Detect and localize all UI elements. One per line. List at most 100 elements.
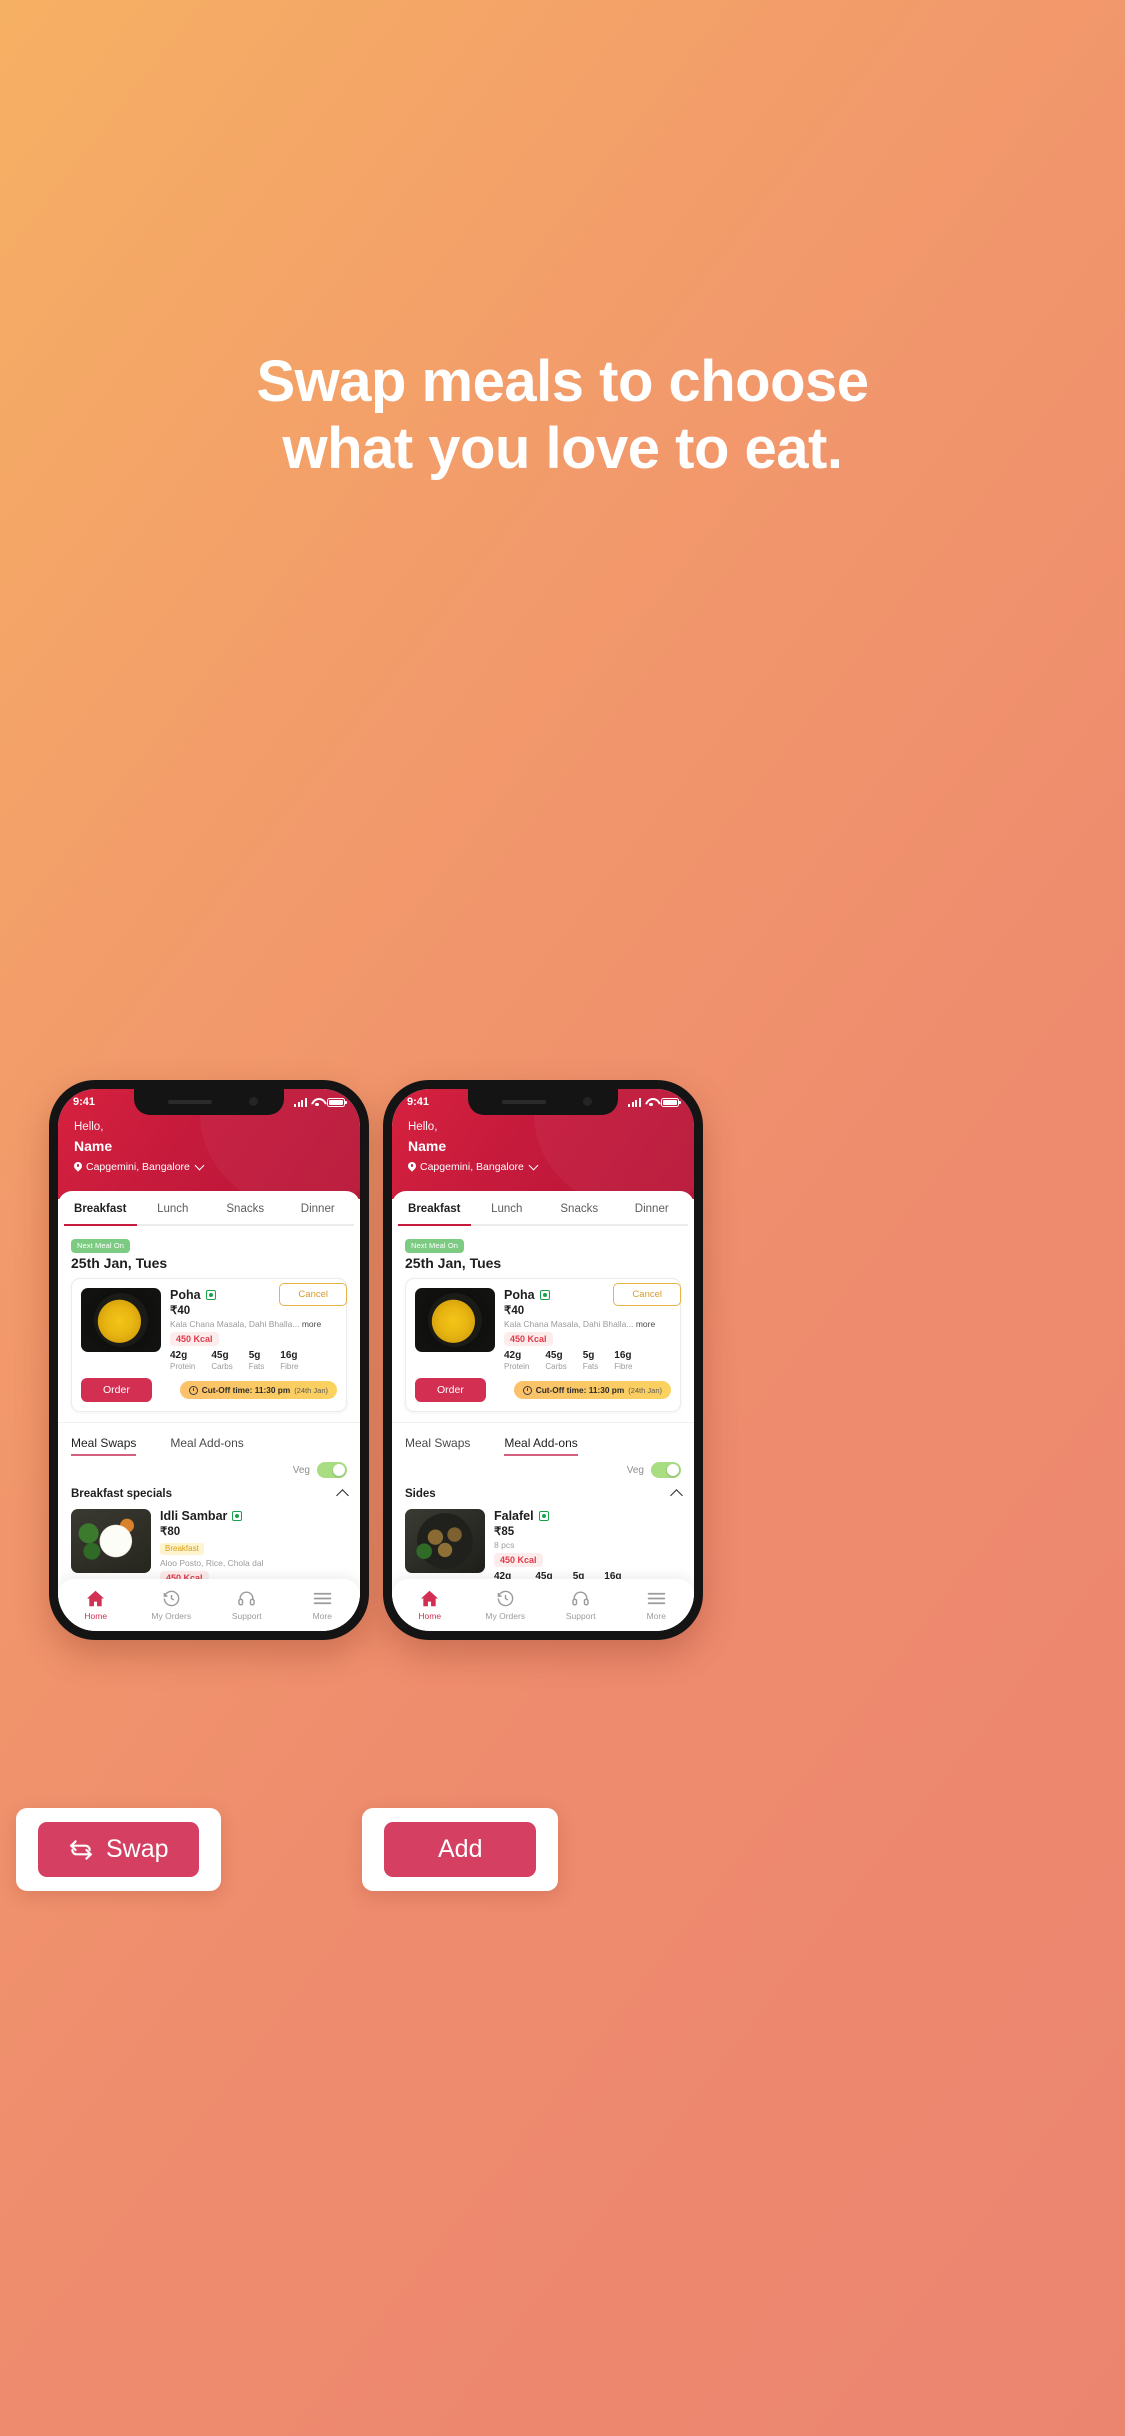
nutrition-fats: 5g Fats xyxy=(583,1350,599,1372)
meal-name-row: Idli Sambar xyxy=(160,1509,347,1523)
location-selector[interactable]: Capgemini, Bangalore xyxy=(74,1160,344,1173)
next-meal-date: 25th Jan, Tues xyxy=(405,1255,502,1271)
nav-label: My Orders xyxy=(151,1611,192,1621)
bottom-nav-right: Home My Orders Support More xyxy=(392,1579,694,1631)
meal-description: Aloo Posto, Rice, Chola dal xyxy=(160,1558,264,1568)
user-name: Name xyxy=(74,1138,113,1155)
nutrition-protein: 42g Protein xyxy=(170,1350,195,1372)
swap-button[interactable]: Swap xyxy=(38,1822,199,1877)
nav-label: Support xyxy=(565,1611,596,1621)
bottom-nav-left: Home My Orders Support More xyxy=(58,1579,360,1631)
clock-icon xyxy=(522,1385,532,1395)
nutrition-value: 5g xyxy=(248,1350,261,1361)
cancel-button[interactable]: Cancel xyxy=(613,1283,681,1306)
hamburger-icon xyxy=(285,1589,361,1608)
status-time: 9:41 xyxy=(407,1096,430,1108)
nutrition-row: 42g Protein 45g Carbs 5g Fats 16g Fibre xyxy=(504,1350,671,1372)
meal-tag: Breakfast xyxy=(160,1542,204,1555)
tab-snacks[interactable]: Snacks xyxy=(543,1191,616,1224)
cutoff-badge: Cut-Off time: 11:30 pm (24th Jan) xyxy=(513,1381,671,1399)
nutrition-fibre: 16g Fibre xyxy=(614,1350,632,1372)
tab-dinner[interactable]: Dinner xyxy=(616,1191,689,1224)
meal-name: Idli Sambar xyxy=(160,1509,228,1523)
meal-name-row: Falafel xyxy=(494,1509,681,1523)
map-pin-icon xyxy=(408,1162,416,1173)
signal-icon xyxy=(294,1097,307,1107)
add-cta-container: Add xyxy=(362,1808,559,1891)
nav-label: Home xyxy=(418,1611,442,1621)
nutrition-value: 16g xyxy=(280,1350,298,1361)
order-card-bottom: Order Cut-Off time: 11:30 pm (24th Jan) xyxy=(406,1378,680,1411)
nav-item-more[interactable]: More xyxy=(619,1589,695,1621)
cancel-button[interactable]: Cancel xyxy=(279,1283,347,1306)
nav-label: My Orders xyxy=(485,1611,526,1621)
greeting-text: Hello, xyxy=(408,1121,438,1133)
header-content-left: Hello, Name Capgemini, Bangalore xyxy=(74,1119,344,1173)
nutrition-row: 42g Protein 45g Carbs 5g Fats 16g Fibre xyxy=(170,1350,337,1372)
veg-mark-icon xyxy=(538,1511,549,1521)
nav-item-support[interactable]: Support xyxy=(209,1589,285,1621)
nav-item-my-orders[interactable]: My Orders xyxy=(134,1589,210,1621)
more-link[interactable]: more xyxy=(302,1319,321,1329)
next-meal-section-left: Next Meal On 25th Jan, Tues Cancel xyxy=(58,1226,360,1306)
add-button[interactable]: Add xyxy=(384,1822,537,1877)
history-clock-icon xyxy=(134,1589,210,1608)
nutrition-value: 5g xyxy=(582,1350,595,1361)
order-button[interactable]: Order xyxy=(415,1378,486,1402)
tab-meal-addons[interactable]: Meal Add-ons xyxy=(170,1436,243,1456)
tab-meal-swaps[interactable]: Meal Swaps xyxy=(71,1436,137,1456)
nav-item-my-orders[interactable]: My Orders xyxy=(468,1589,544,1621)
nav-item-home[interactable]: Home xyxy=(58,1589,134,1621)
nutrition-label: Fats xyxy=(582,1362,599,1371)
home-icon xyxy=(392,1589,468,1608)
tab-snacks[interactable]: Snacks xyxy=(209,1191,282,1224)
group-header-right[interactable]: Sides xyxy=(392,1478,694,1502)
nav-label: Support xyxy=(231,1611,262,1621)
nav-item-home[interactable]: Home xyxy=(392,1589,468,1621)
tab-breakfast[interactable]: Breakfast xyxy=(64,1191,137,1224)
veg-toggle[interactable] xyxy=(651,1462,681,1478)
chevron-down-icon xyxy=(194,1160,205,1171)
tab-dinner[interactable]: Dinner xyxy=(282,1191,355,1224)
tab-meal-swaps[interactable]: Meal Swaps xyxy=(405,1436,470,1456)
group-header-left[interactable]: Breakfast specials xyxy=(58,1478,360,1502)
nutrition-label: Fibre xyxy=(614,1362,633,1371)
status-icons xyxy=(628,1097,682,1107)
nutrition-carbs: 45g Carbs xyxy=(545,1350,566,1372)
meal-description: Kala Chana Masala, Dahi Bhalla... more xyxy=(170,1319,337,1329)
next-meal-badge: Next Meal On xyxy=(71,1238,131,1253)
nutrition-label: Protein xyxy=(170,1362,196,1371)
order-button[interactable]: Order xyxy=(81,1378,152,1402)
kcal-badge: 450 Kcal xyxy=(494,1553,543,1567)
home-icon xyxy=(58,1589,134,1608)
nutrition-protein: 42g Protein xyxy=(504,1350,529,1372)
tab-lunch[interactable]: Lunch xyxy=(137,1191,210,1224)
location-selector[interactable]: Capgemini, Bangalore xyxy=(408,1160,678,1173)
nav-item-more[interactable]: More xyxy=(285,1589,361,1621)
more-link[interactable]: more xyxy=(636,1319,655,1329)
veg-mark-icon xyxy=(539,1290,550,1300)
clock-icon xyxy=(188,1385,198,1395)
meal-thumbnail-falafel xyxy=(405,1509,485,1573)
meal-price: ₹85 xyxy=(494,1526,515,1538)
meal-name: Poha xyxy=(504,1288,535,1302)
wifi-icon xyxy=(645,1098,657,1107)
nav-label: More xyxy=(312,1611,332,1621)
cutoff-badge: Cut-Off time: 11:30 pm (24th Jan) xyxy=(179,1381,337,1399)
meal-tab-bar-right: Breakfast Lunch Snacks Dinner xyxy=(392,1191,694,1224)
nav-item-support[interactable]: Support xyxy=(543,1589,619,1621)
veg-filter-label: Veg xyxy=(292,1464,310,1476)
meal-portion: 8 pcs xyxy=(494,1540,515,1550)
page-title: Swap meals to choose what you love to ea… xyxy=(0,348,1125,483)
status-icons xyxy=(294,1097,348,1107)
phone-mockup-left: 9:41 Hello, Name Capgemini, Bangalore Br… xyxy=(49,1080,369,1640)
veg-toggle[interactable] xyxy=(317,1462,347,1478)
tab-meal-addons[interactable]: Meal Add-ons xyxy=(504,1436,579,1456)
nutrition-value: 45g xyxy=(211,1350,229,1361)
status-bar-right: 9:41 xyxy=(392,1089,694,1115)
tab-lunch[interactable]: Lunch xyxy=(471,1191,544,1224)
meal-name: Poha xyxy=(170,1288,201,1302)
veg-filter-row-left: Veg xyxy=(58,1456,360,1478)
nutrition-fibre: 16g Fibre xyxy=(280,1350,298,1372)
tab-breakfast[interactable]: Breakfast xyxy=(398,1191,471,1224)
